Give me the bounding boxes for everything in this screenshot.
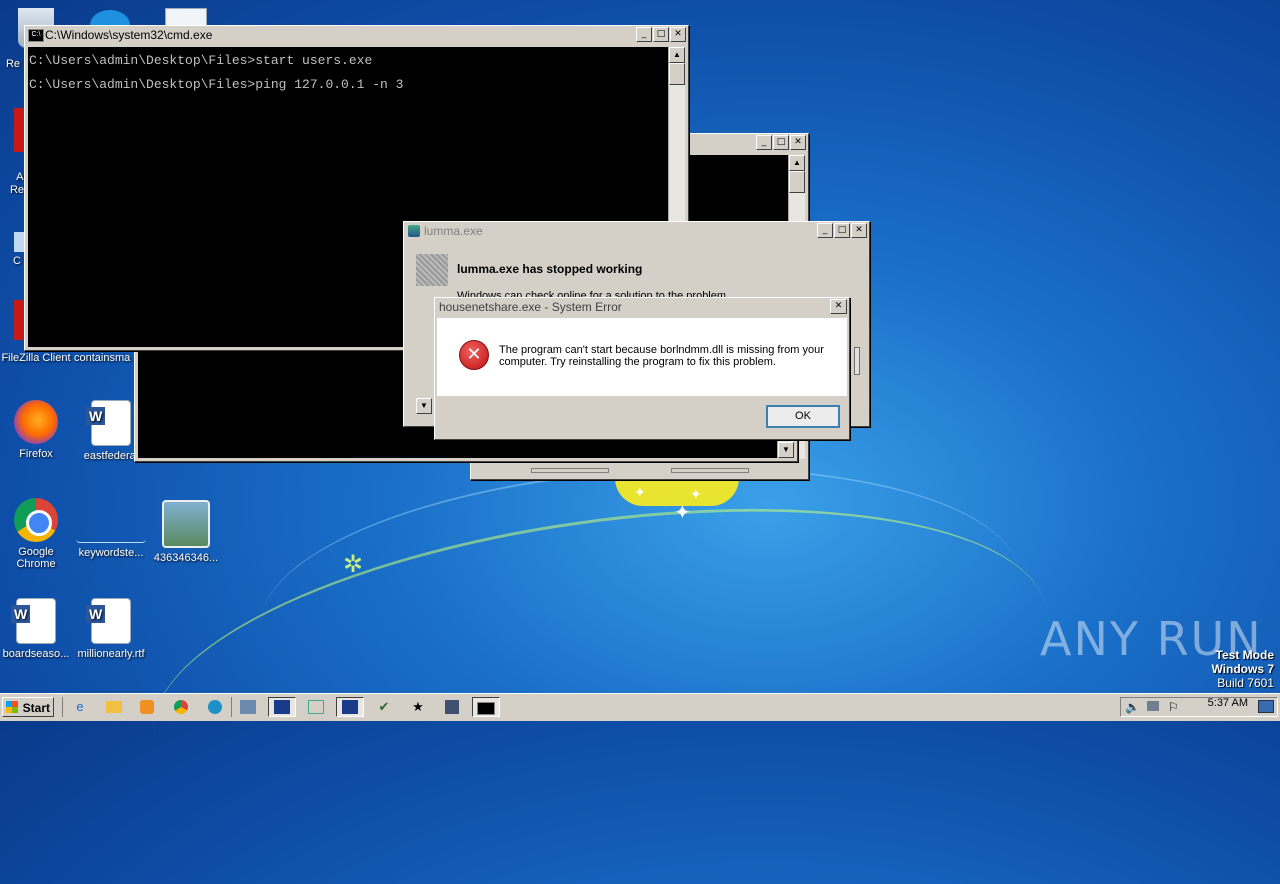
star-app-icon[interactable]: ★ xyxy=(404,697,432,717)
minimize-button[interactable]: _ xyxy=(756,135,772,150)
taskbar: Start e ✔ ★ 🔈 ⚐ 5:37 AM xyxy=(0,693,1280,721)
console-line: C:\Users\admin\Desktop\Files>start users… xyxy=(29,53,373,68)
taskbar-button-installer-2[interactable] xyxy=(336,697,364,717)
close-button[interactable]: ✕ xyxy=(851,223,867,238)
network-app-icon[interactable] xyxy=(234,697,262,717)
desktop-icon-filezilla[interactable]: FileZilla Client xyxy=(1,352,71,364)
word-document-icon xyxy=(11,598,56,644)
window-title: C:\Windows\system32\cmd.exe xyxy=(45,28,213,42)
ok-button[interactable]: OK xyxy=(766,405,840,428)
calculator-app-icon[interactable] xyxy=(438,697,466,717)
taskbar-divider xyxy=(231,697,232,717)
minimize-button[interactable]: _ xyxy=(636,27,652,42)
system-tray: 🔈 ⚐ xyxy=(1120,697,1278,717)
close-button[interactable]: ✕ xyxy=(830,299,847,314)
app-icon xyxy=(408,225,420,237)
window-titlebar[interactable]: lumma.exe _ □ ✕ xyxy=(404,222,869,240)
error-message: The program can't start because borlndmm… xyxy=(499,344,824,368)
chrome-taskbar-icon[interactable] xyxy=(167,697,195,717)
volume-icon[interactable]: 🔈 xyxy=(1125,700,1140,714)
clock[interactable]: 5:37 AM xyxy=(1208,697,1248,709)
maximize-button[interactable]: □ xyxy=(773,135,789,150)
desktop-icon-label: eastfederal xyxy=(83,450,139,462)
close-button[interactable]: ✕ xyxy=(670,27,686,42)
desktop-icon-label: A Re xyxy=(9,171,25,196)
window-title: lumma.exe xyxy=(424,224,483,238)
desktop-icon-millionearly[interactable]: millionearly.rtf xyxy=(76,598,146,660)
scroll-up-arrow[interactable]: ▲ xyxy=(789,155,805,171)
desktop-icon-label: Google Chrome xyxy=(16,546,56,570)
start-button[interactable]: Start xyxy=(2,697,54,717)
start-label: Start xyxy=(22,701,50,715)
word-document-icon xyxy=(86,598,131,644)
desktop-icon-label: 436346346... xyxy=(153,552,219,564)
desktop-icon-firefox[interactable]: Firefox xyxy=(1,400,71,460)
test-mode-line: Build 7601 xyxy=(1217,676,1274,690)
firefox-icon xyxy=(14,400,58,444)
generic-app-icon xyxy=(416,254,448,286)
expand-details-arrow[interactable]: ▼ xyxy=(416,398,432,414)
error-icon: ✕ xyxy=(459,340,489,370)
taskbar-button-app[interactable] xyxy=(302,697,330,717)
word-document-icon xyxy=(86,400,131,446)
window-button-edge xyxy=(531,468,609,473)
ccleaner-icon[interactable] xyxy=(14,232,24,252)
desktop-icon-label: keywordste... xyxy=(78,547,144,559)
test-mode-line: Test Mode xyxy=(1215,648,1274,662)
maximize-button[interactable]: □ xyxy=(834,223,850,238)
windows-logo-icon xyxy=(6,701,18,713)
crash-heading: lumma.exe has stopped working xyxy=(457,262,643,276)
wallpaper-sparkle: ✦ xyxy=(690,486,702,502)
media-player-icon[interactable] xyxy=(133,697,161,717)
desktop-icon-label: C xyxy=(13,255,21,267)
desktop-icon-chrome[interactable]: Google Chrome xyxy=(1,498,71,570)
desktop-icon-label: Firefox xyxy=(19,448,53,460)
window-button-edge xyxy=(671,468,749,473)
taskbar-divider xyxy=(62,697,63,717)
taskbar-button-cmd[interactable] xyxy=(472,697,500,717)
desktop-icon-label: Re xyxy=(5,58,21,70)
wallpaper-sparkle: ✦ xyxy=(634,484,646,500)
action-center-flag-icon[interactable]: ⚐ xyxy=(1168,700,1179,714)
desktop-icon-boardseaso[interactable]: boardseaso... xyxy=(1,598,71,660)
desktop-icon-keywordste[interactable]: keywordste... xyxy=(76,512,146,559)
desktop-icon-436346346[interactable]: 436346346... xyxy=(151,500,221,564)
desktop-icon-label: boardseaso... xyxy=(2,648,70,660)
scroll-down-arrow[interactable]: ▼ xyxy=(778,442,794,458)
test-mode-line: Windows 7 xyxy=(1211,662,1274,676)
show-desktop-icon[interactable] xyxy=(1258,700,1274,713)
checkmark-app-icon[interactable]: ✔ xyxy=(370,697,398,717)
test-mode-notice: Test Mode Windows 7 Build 7601 xyxy=(1211,648,1274,690)
minimize-button[interactable]: _ xyxy=(817,223,833,238)
window-title: housenetshare.exe - System Error xyxy=(439,300,622,314)
wallpaper-sparkle: ✦ xyxy=(674,502,691,524)
scroll-up-arrow[interactable]: ▲ xyxy=(669,47,685,63)
network-icon[interactable] xyxy=(1147,701,1159,711)
scroll-thumb[interactable] xyxy=(789,171,805,193)
maximize-button[interactable]: □ xyxy=(653,27,669,42)
edge-taskbar-icon[interactable] xyxy=(201,697,229,717)
desktop-icon-label: containsma xyxy=(74,352,131,364)
installer-shield-icon xyxy=(162,500,210,548)
wallpaper-sparkle: ✲ xyxy=(343,551,364,578)
desktop-icon-label: FileZilla Client xyxy=(1,352,71,364)
scroll-thumb[interactable] xyxy=(669,63,685,85)
file-explorer-icon[interactable] xyxy=(100,697,128,717)
console-line: C:\Users\admin\Desktop\Files>ping 127.0.… xyxy=(29,77,404,92)
desktop-icon-label: millionearly.rtf xyxy=(77,648,145,660)
blank-file-icon xyxy=(76,512,146,543)
window-titlebar[interactable]: housenetshare.exe - System Error ✕ xyxy=(435,298,849,316)
cmd-icon: C:\ xyxy=(28,29,44,42)
button-edge xyxy=(854,347,860,375)
dialog-message-area: ✕ The program can't start because borlnd… xyxy=(437,318,847,396)
window-titlebar[interactable]: C:\ C:\Windows\system32\cmd.exe _ □ ✕ xyxy=(25,26,688,44)
internet-explorer-icon[interactable]: e xyxy=(66,697,94,717)
system-error-dialog[interactable]: housenetshare.exe - System Error ✕ ✕ The… xyxy=(434,297,850,440)
chrome-icon xyxy=(14,498,58,542)
close-button[interactable]: ✕ xyxy=(790,135,806,150)
taskbar-button-installer[interactable] xyxy=(268,697,296,717)
